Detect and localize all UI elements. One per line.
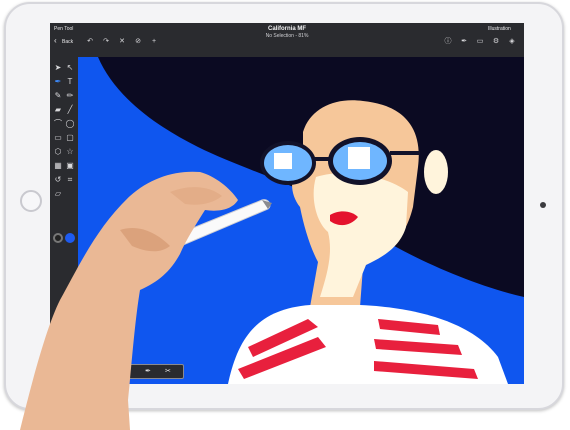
hand-with-pencil-overlay: [20, 171, 272, 430]
hand: [20, 171, 238, 430]
